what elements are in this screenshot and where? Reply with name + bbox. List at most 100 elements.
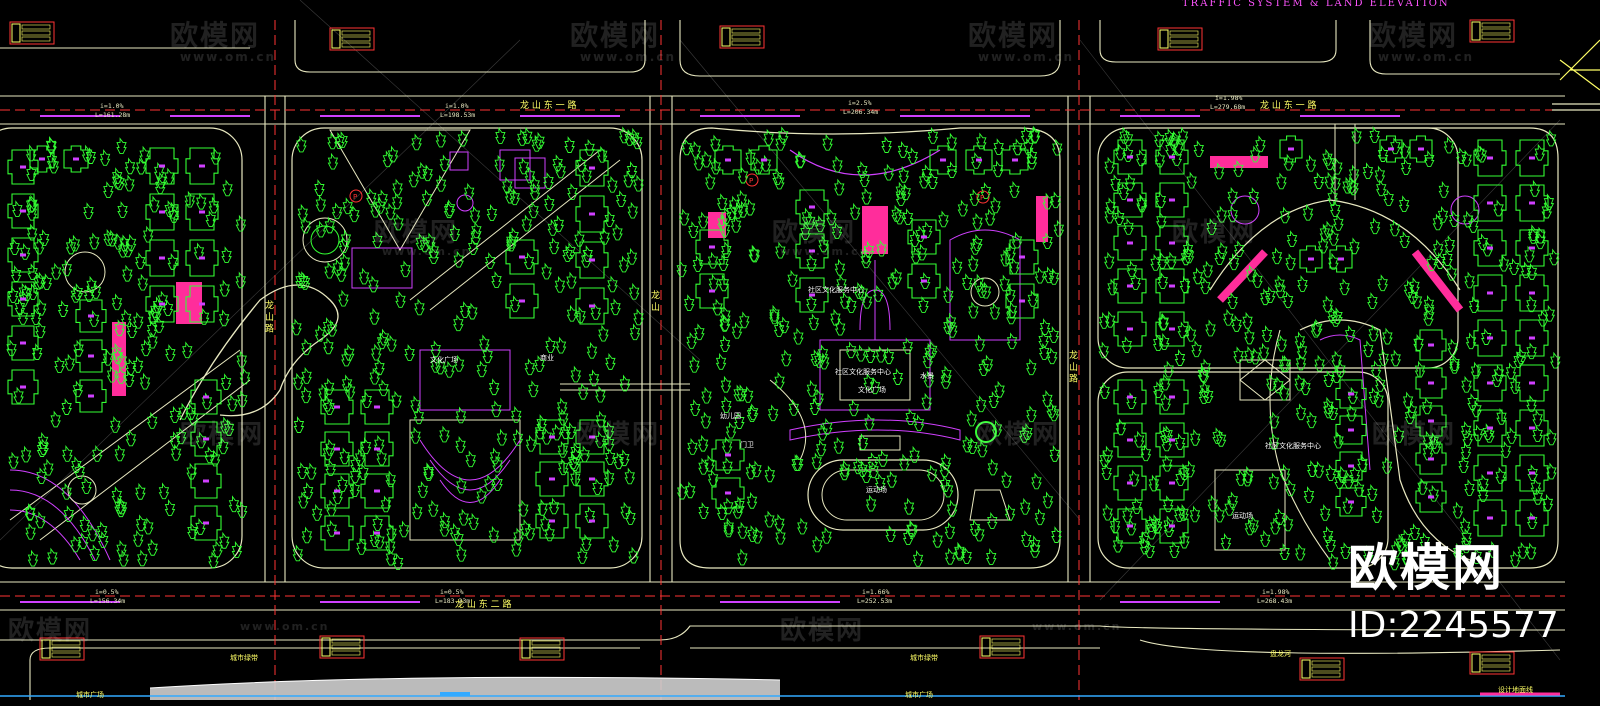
building-tag [39, 157, 45, 161]
building-tag [1012, 158, 1018, 162]
building-tag [589, 304, 595, 308]
watermark-domain-4: www.om.cn [1378, 50, 1475, 64]
building-tag [374, 531, 380, 535]
building-tag [1529, 426, 1535, 430]
building-tag [374, 405, 380, 409]
building-tag [1127, 524, 1133, 528]
building-tag [1127, 155, 1133, 159]
building-tag [1529, 381, 1535, 385]
building-tag [1529, 201, 1535, 205]
building-tag [1288, 147, 1294, 151]
building-tag [589, 519, 595, 523]
culture-square-label-2: 文化广场 [430, 355, 458, 364]
building-tag [334, 489, 340, 493]
design-line-label: 设计地面线 [1498, 685, 1533, 694]
watermark-domain-1: www.om.cn [180, 50, 277, 64]
watermark-logo-1: 欧模网 [170, 19, 261, 52]
slope-3-i: i=2.5% [848, 99, 872, 107]
building-tag [725, 453, 731, 457]
drawing-title: TRAFFIC SYSTEM & LAND ELEVATION [1182, 0, 1450, 9]
building-tag [1169, 481, 1175, 485]
west-road-label: 龙 山 路 [263, 299, 274, 334]
community-center-label-2: 社区文化服务中心 [835, 367, 891, 376]
building-tag [334, 531, 340, 535]
building-tag [1127, 198, 1133, 202]
sports-ground-label-2: 运动场 [1232, 511, 1253, 520]
watermark-domain-3: www.om.cn [978, 50, 1075, 64]
building-tag [1308, 257, 1314, 261]
building-tag [589, 166, 595, 170]
building-tag [549, 477, 555, 481]
north-road-label-east: 龙 山 东 一 路 [1260, 99, 1316, 111]
building-tag [1428, 457, 1434, 461]
building-tag [199, 256, 205, 260]
water-label: 水景 [920, 371, 934, 380]
building-tag [709, 245, 715, 249]
building-tag [334, 447, 340, 451]
cad-drawing: 龙 山 东 一 路 龙 山 东 一 路 龙 山 东 二 路 龙 山 路 龙 山 … [0, 0, 1600, 702]
building-tag [88, 314, 94, 318]
building-tag [1487, 201, 1493, 205]
watermark-logo-10: 欧模网 [1372, 420, 1457, 450]
building-tag [549, 435, 555, 439]
building-tag [1019, 255, 1025, 259]
building-tag [940, 158, 946, 162]
slope-6-i: i=0.5% [440, 588, 464, 596]
building-tag [1388, 147, 1394, 151]
building-tag [199, 302, 205, 306]
slope-5-l: L=156.34m [90, 597, 125, 605]
building-tag [1529, 246, 1535, 250]
watermark-logo-9: 欧模网 [976, 420, 1061, 450]
middle-road-label: 龙 山 [649, 289, 660, 311]
building-tag [725, 158, 731, 162]
brand-id: ID:2245577 [1348, 605, 1559, 646]
culture-square-label: 文化广场 [858, 385, 886, 394]
slope-4-l: L=279.68m [1210, 103, 1245, 111]
slope-1-i: i=1.0% [100, 102, 124, 110]
east-road-label: 龙 山 路 [1067, 349, 1078, 384]
main-gate-label: 门卫 [740, 440, 754, 449]
building-tag [20, 385, 26, 389]
building-tag [1019, 299, 1025, 303]
building-tag [1348, 392, 1354, 396]
north-road-label: 龙 山 东 一 路 [520, 99, 576, 111]
building-tag [1169, 155, 1175, 159]
building-tag [159, 302, 165, 306]
building-tag [20, 253, 26, 257]
building-tag [334, 405, 340, 409]
building-tag [20, 341, 26, 345]
building-tag [1487, 336, 1493, 340]
building-tag [73, 157, 79, 161]
watermark-logo-6: 欧模网 [772, 218, 857, 248]
building-tag [1487, 471, 1493, 475]
building-tag [1428, 381, 1434, 385]
building-tag [1348, 464, 1354, 468]
slope-2-l: L=198.53m [440, 111, 475, 119]
building-tag [1487, 291, 1493, 295]
watermark-domain-2: www.om.cn [580, 50, 677, 64]
building-tag [921, 279, 927, 283]
building-tag [159, 210, 165, 214]
city-square-label-2: 城市广场 [905, 690, 933, 699]
watermark-logo-5: 欧模网 [374, 218, 459, 248]
building-tag [159, 256, 165, 260]
slope-7-i: i=1.66% [862, 588, 889, 596]
building-tag [761, 158, 767, 162]
watermark-logo-8: 欧模网 [576, 420, 661, 450]
commercial-label: 商业 [540, 353, 554, 362]
slope-5-i: i=0.5% [95, 588, 119, 596]
building-tag [1127, 241, 1133, 245]
city-green-label: 城市绿带 [230, 653, 258, 662]
parking-label-3: P [980, 194, 984, 202]
building-tag [1487, 246, 1493, 250]
city-square-label: 城市广场 [76, 690, 104, 699]
building-tag [88, 394, 94, 398]
slope-6-l: L=183.33m [435, 597, 470, 605]
building-tag [1487, 381, 1493, 385]
slope-3-l: L=206.34m [843, 108, 878, 116]
building-tag [1338, 257, 1344, 261]
building-tag [1127, 438, 1133, 442]
building-tag [1487, 516, 1493, 520]
watermark-logo-11: 欧模网 [180, 420, 265, 450]
building-tag [1348, 428, 1354, 432]
